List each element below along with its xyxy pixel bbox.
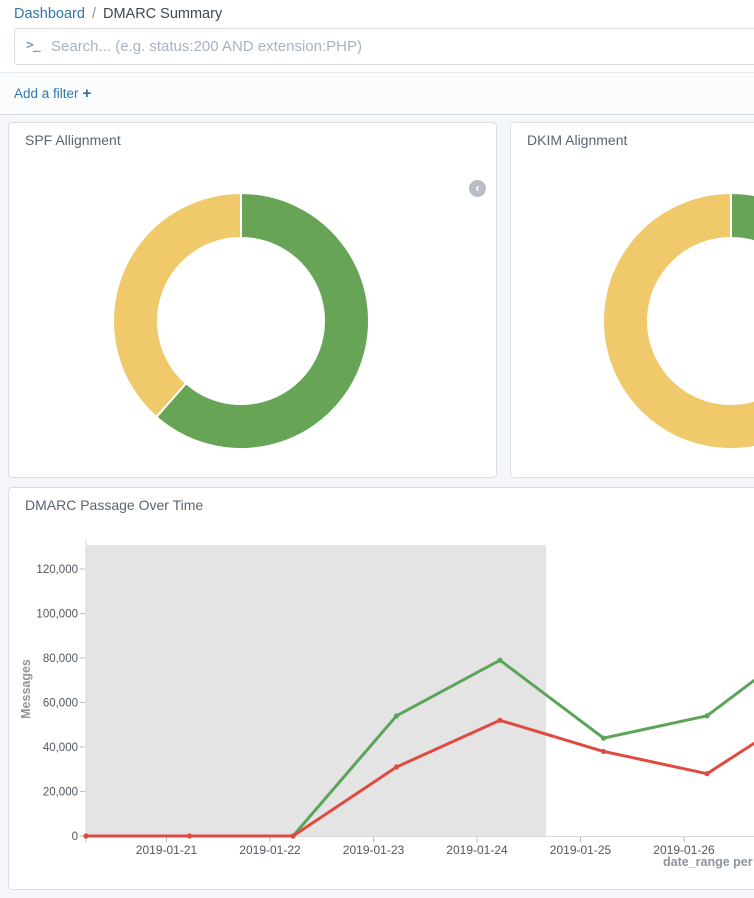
x-tick-label: 2019-01-22 <box>239 843 301 857</box>
donut-slice[interactable] <box>113 193 241 417</box>
dmarc-line-chart: 0 20,000 40,000 60,000 80,000 100,000 120,000 2… <box>9 488 754 891</box>
dashboard-page: Dashboard/DMARC Summary >_ Add a filter +… <box>0 0 754 898</box>
data-point-red[interactable] <box>601 749 606 754</box>
spf-donut-chart <box>9 123 498 479</box>
data-point-green[interactable] <box>704 713 709 718</box>
data-point-red[interactable] <box>83 833 88 838</box>
data-point-green[interactable] <box>497 658 502 663</box>
panel-spf-alignment: SPF Allignment ‹ <box>8 122 497 478</box>
data-point-red[interactable] <box>290 833 295 838</box>
y-tick-label: 40,000 <box>43 742 78 754</box>
data-point-red[interactable] <box>187 833 192 838</box>
y-tick-label: 60,000 <box>43 698 78 710</box>
y-tick-label: 100,000 <box>36 609 78 621</box>
x-tick-label: 2019-01-23 <box>343 843 405 857</box>
breadcrumb: Dashboard/DMARC Summary <box>0 0 754 27</box>
data-point-green[interactable] <box>394 713 399 718</box>
panel-dkim-alignment: DKIM Alignment <box>510 122 754 478</box>
data-point-green[interactable] <box>601 736 606 741</box>
x-tick-label: 2019-01-24 <box>446 843 508 857</box>
time-range-highlight <box>86 545 546 836</box>
y-axis-title: Messages <box>19 659 33 719</box>
data-point-red[interactable] <box>497 718 502 723</box>
x-tick-label: 2019-01-25 <box>550 843 612 857</box>
data-point-red[interactable] <box>704 771 709 776</box>
search-input[interactable] <box>51 29 754 64</box>
add-filter-button[interactable]: Add a filter + <box>14 86 91 101</box>
y-tick-label: 20,000 <box>43 787 78 799</box>
x-axis-title: date_range per day <box>663 855 754 869</box>
dkim-donut-chart <box>511 123 754 479</box>
breadcrumb-current: DMARC Summary <box>103 6 222 22</box>
breadcrumb-separator: / <box>85 6 103 22</box>
y-tick-label: 0 <box>72 831 78 843</box>
terminal-prompt-icon: >_ <box>26 38 40 53</box>
panel-dmarc-passage: DMARC Passage Over Time 020,00040,00060,… <box>8 487 754 890</box>
breadcrumb-link-dashboard[interactable]: Dashboard <box>14 6 85 22</box>
search-row: >_ <box>0 27 754 72</box>
y-tick-label: 80,000 <box>43 653 78 665</box>
add-filter-label: Add a filter <box>14 86 79 101</box>
data-point-red[interactable] <box>394 764 399 769</box>
search-input-wrapper: >_ <box>14 28 754 65</box>
dashboard-header: Dashboard/DMARC Summary >_ Add a filter + <box>0 0 754 115</box>
donut-slice[interactable] <box>603 193 754 449</box>
plus-icon: + <box>83 85 92 102</box>
filter-bar: Add a filter + <box>0 73 754 115</box>
y-tick-label: 120,000 <box>36 564 78 576</box>
x-tick-label: 2019-01-21 <box>136 843 198 857</box>
donut-slice[interactable] <box>731 193 754 248</box>
